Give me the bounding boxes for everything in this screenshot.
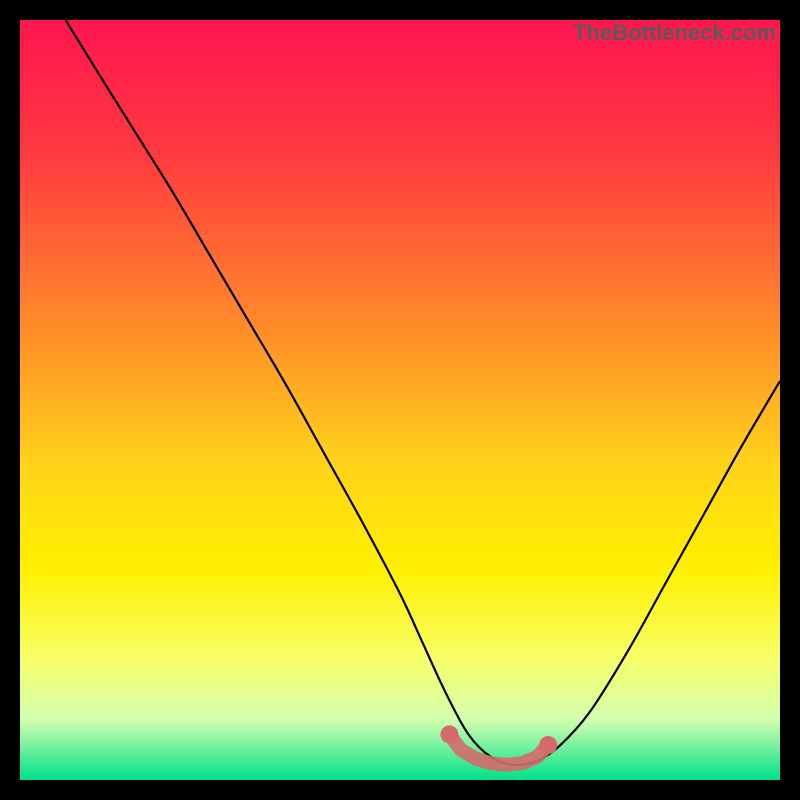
chart-background bbox=[20, 20, 780, 780]
flat-region-endpoint bbox=[440, 725, 458, 743]
chart-frame: TheBottleneck.com bbox=[20, 20, 780, 780]
flat-region-endpoint bbox=[539, 736, 557, 754]
watermark-text: TheBottleneck.com bbox=[573, 20, 776, 46]
chart-svg bbox=[20, 20, 780, 780]
